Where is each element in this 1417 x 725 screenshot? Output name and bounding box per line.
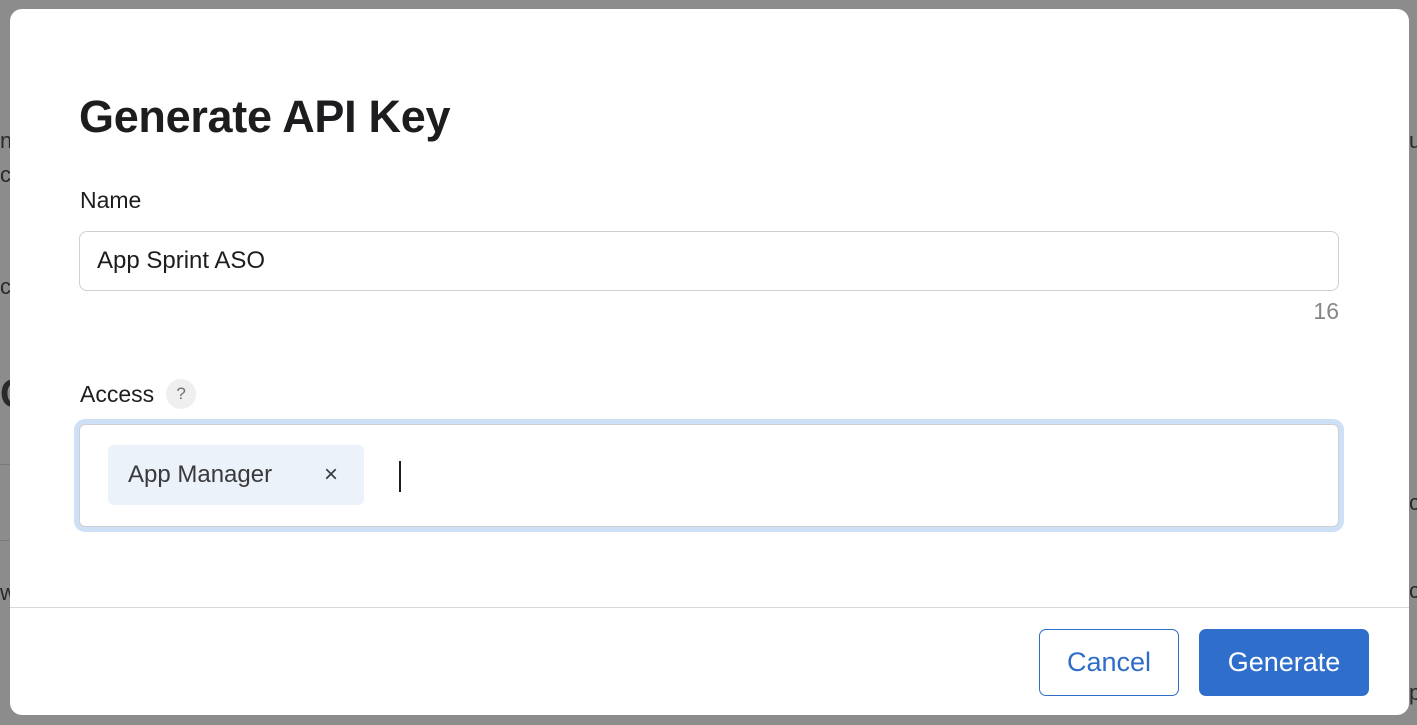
name-char-count: 16	[1313, 298, 1339, 324]
background-page-text: c	[1409, 578, 1417, 603]
background-page-text: c	[1409, 490, 1417, 515]
cancel-button[interactable]: Cancel	[1039, 629, 1179, 696]
name-label: Name	[80, 187, 142, 213]
access-label: Access	[80, 380, 155, 407]
background-divider	[0, 540, 10, 541]
footer-divider	[10, 607, 1409, 608]
question-mark-icon[interactable]: ?	[166, 379, 197, 409]
background-divider	[0, 464, 10, 465]
background-page-text: u	[1409, 128, 1417, 153]
text-caret	[399, 461, 401, 492]
background-page-text: p	[1409, 680, 1417, 705]
generate-api-key-dialog: Generate API Key Name 16 Access ? App Ma…	[10, 9, 1409, 715]
access-input[interactable]: App Manager ×	[79, 424, 1339, 527]
close-icon[interactable]: ×	[324, 463, 338, 487]
dialog-title: Generate API Key	[79, 91, 451, 142]
access-token-label: App Manager	[128, 461, 273, 488]
access-label-row: Access ?	[80, 379, 197, 409]
generate-button[interactable]: Generate	[1199, 629, 1369, 696]
name-input[interactable]	[79, 231, 1339, 291]
access-token: App Manager ×	[108, 445, 364, 505]
